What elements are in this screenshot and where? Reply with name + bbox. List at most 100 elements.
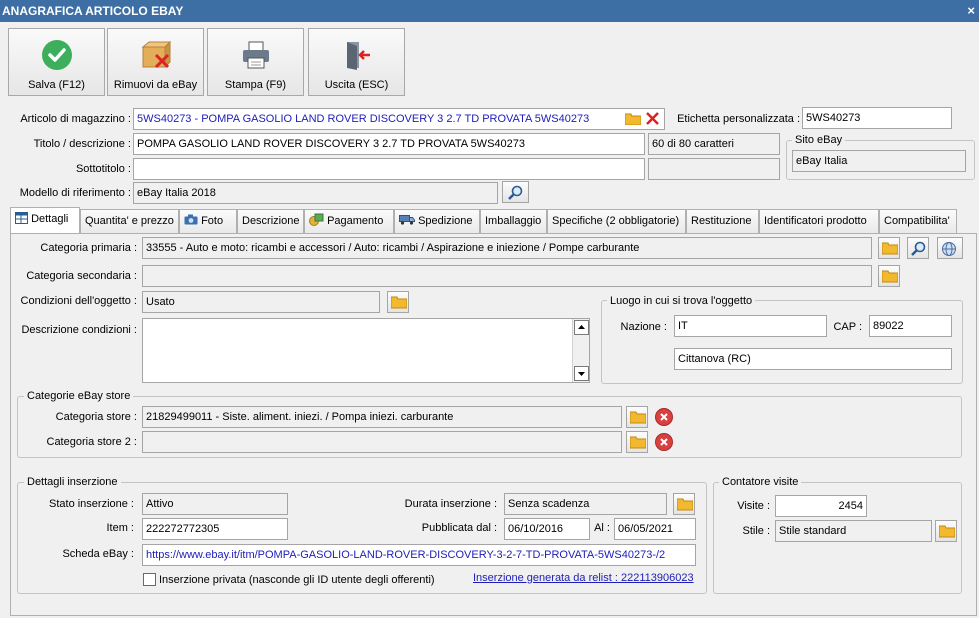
- pubblicata-label: Pubblicata dal :: [421, 522, 497, 534]
- etichetta-label: Etichetta personalizzata :: [677, 113, 800, 125]
- grid-icon: [15, 212, 28, 224]
- remove-from-ebay-button[interactable]: Rimuovi da eBay: [107, 28, 204, 96]
- tab-imballaggio[interactable]: Imballaggio: [480, 209, 547, 233]
- citta-field[interactable]: Cittanova (RC): [674, 348, 952, 370]
- folder-icon: [391, 296, 407, 309]
- cat-primaria-browse-button[interactable]: [878, 237, 900, 259]
- pubblicata-field[interactable]: 06/10/2016: [504, 518, 590, 540]
- cat-primaria-web-button[interactable]: [937, 237, 963, 259]
- tab-identificatori-prodotto[interactable]: Identificatori prodotto: [759, 209, 879, 233]
- sito-ebay-field: eBay Italia: [792, 150, 966, 172]
- tab-pagamento[interactable]: Pagamento: [304, 209, 394, 233]
- cat-primaria-field: 33555 - Auto e moto: ricambi e accessori…: [142, 237, 872, 259]
- tab-specifiche[interactable]: Specifiche (2 obbligatorie): [547, 209, 686, 233]
- cap-field[interactable]: 89022: [869, 315, 952, 337]
- camera-icon: [184, 214, 198, 225]
- stile-browse-button[interactable]: [935, 520, 957, 542]
- contatore-visite-title: Contatore visite: [719, 475, 802, 489]
- folder-icon[interactable]: [625, 112, 641, 125]
- cap-label: CAP :: [833, 321, 862, 333]
- scroll-up-icon[interactable]: [574, 320, 589, 335]
- privata-checkbox[interactable]: [143, 573, 156, 586]
- store2-remove-icon[interactable]: [655, 433, 673, 451]
- dettagli-inserzione-title: Dettagli inserzione: [24, 475, 121, 489]
- printer-icon: [242, 41, 269, 69]
- remove-button-label: Rimuovi da eBay: [113, 79, 198, 91]
- desc-condizioni-scrollbar[interactable]: [572, 319, 589, 382]
- magnifier-icon: [508, 185, 523, 200]
- close-icon[interactable]: ×: [967, 0, 975, 22]
- exit-button-label: Uscita (ESC): [324, 79, 389, 91]
- scroll-down-icon[interactable]: [574, 366, 589, 381]
- folder-icon: [630, 411, 646, 424]
- modello-label: Modello di riferimento :: [19, 187, 131, 199]
- folder-icon: [939, 525, 955, 538]
- durata-label: Durata inserzione :: [404, 498, 497, 510]
- window-title: ANAGRAFICA ARTICOLO EBAY: [2, 4, 184, 18]
- tab-pagamento-label: Pagamento: [327, 215, 384, 227]
- tab-foto[interactable]: Foto: [179, 209, 237, 233]
- desc-condizioni-textarea[interactable]: [142, 318, 590, 383]
- exit-button[interactable]: Uscita (ESC): [308, 28, 405, 96]
- articolo-label: Articolo di magazzino :: [20, 113, 131, 125]
- durata-browse-button[interactable]: [673, 493, 695, 515]
- sottotitolo-field[interactable]: [133, 158, 645, 180]
- stato-label: Stato inserzione :: [49, 498, 134, 510]
- tab-compatibilita[interactable]: Compatibilita': [879, 209, 957, 233]
- cat-secondaria-browse-button[interactable]: [878, 265, 900, 287]
- scheda-label: Scheda eBay :: [62, 548, 134, 560]
- clear-articolo-icon[interactable]: [645, 111, 660, 126]
- tab-descrizione[interactable]: Descrizione: [237, 209, 304, 233]
- magnifier-icon: [911, 241, 926, 256]
- store1-browse-button[interactable]: [626, 406, 648, 428]
- folder-icon: [882, 242, 898, 255]
- titolo-char-count: 60 di 80 caratteri: [648, 133, 780, 155]
- desc-condizioni-label: Descrizione condizioni :: [21, 324, 137, 336]
- item-field[interactable]: 222272772305: [142, 518, 288, 540]
- cat-primaria-label: Categoria primaria :: [40, 242, 137, 254]
- articolo-field[interactable]: 5WS40273 - POMPA GASOLIO LAND ROVER DISC…: [133, 108, 665, 130]
- tab-dettagli[interactable]: Dettagli: [10, 207, 80, 234]
- save-button-label: Salva (F12): [28, 79, 85, 91]
- condizioni-browse-button[interactable]: [387, 291, 409, 313]
- store2-label: Categoria store 2 :: [46, 436, 138, 448]
- print-button[interactable]: Stampa (F9): [207, 28, 304, 96]
- cat-primaria-search-button[interactable]: [907, 237, 929, 259]
- tab-specifiche-label: Specifiche (2 obbligatorie): [552, 215, 680, 227]
- save-button[interactable]: Salva (F12): [8, 28, 105, 96]
- folder-icon: [882, 270, 898, 283]
- tab-quantita-prezzo[interactable]: Quantita' e prezzo: [80, 209, 179, 233]
- relist-link[interactable]: Inserzione generata da relist : 22211390…: [473, 567, 694, 589]
- nazione-label: Nazione :: [620, 321, 667, 333]
- store1-label: Categoria store :: [55, 411, 137, 423]
- store1-field: 21829499011 - Siste. aliment. iniezi. / …: [142, 406, 622, 428]
- cat-secondaria-label: Categoria secondaria :: [26, 270, 137, 282]
- tab-foto-label: Foto: [201, 215, 224, 227]
- tab-imballaggio-label: Imballaggio: [485, 215, 542, 227]
- privata-label: Inserzione privata (nasconde gli ID uten…: [159, 574, 435, 586]
- stato-field: Attivo: [142, 493, 288, 515]
- visite-field[interactable]: 2454: [775, 495, 867, 517]
- store2-browse-button[interactable]: [626, 431, 648, 453]
- tab-restituzione[interactable]: Restituzione: [686, 209, 759, 233]
- visite-label: Visite :: [737, 500, 770, 512]
- store-categories-title: Categorie eBay store: [24, 389, 134, 403]
- titolo-field[interactable]: POMPA GASOLIO LAND ROVER DISCOVERY 3 2.7…: [133, 133, 645, 155]
- payment-icon: [309, 213, 324, 226]
- tab-identificatori-label: Identificatori prodotto: [764, 215, 867, 227]
- nazione-field[interactable]: IT: [674, 315, 827, 337]
- modello-search-button[interactable]: [502, 181, 529, 203]
- stile-field: Stile standard: [775, 520, 932, 542]
- store1-remove-icon[interactable]: [655, 408, 673, 426]
- luogo-title: Luogo in cui si trova l'oggetto: [607, 294, 756, 308]
- sito-ebay-title: Sito eBay: [792, 133, 846, 147]
- al-field[interactable]: 06/05/2021: [614, 518, 696, 540]
- scheda-ebay-field[interactable]: https://www.ebay.it/itm/POMPA-GASOLIO-LA…: [142, 544, 696, 566]
- al-label: Al :: [594, 522, 610, 534]
- cat-secondaria-field: [142, 265, 872, 287]
- truck-icon: [399, 215, 415, 225]
- box-remove-icon: [141, 40, 171, 69]
- luogo-group: [601, 300, 963, 384]
- tab-spedizione[interactable]: Spedizione: [394, 209, 480, 233]
- etichetta-field[interactable]: 5WS40273: [802, 107, 952, 129]
